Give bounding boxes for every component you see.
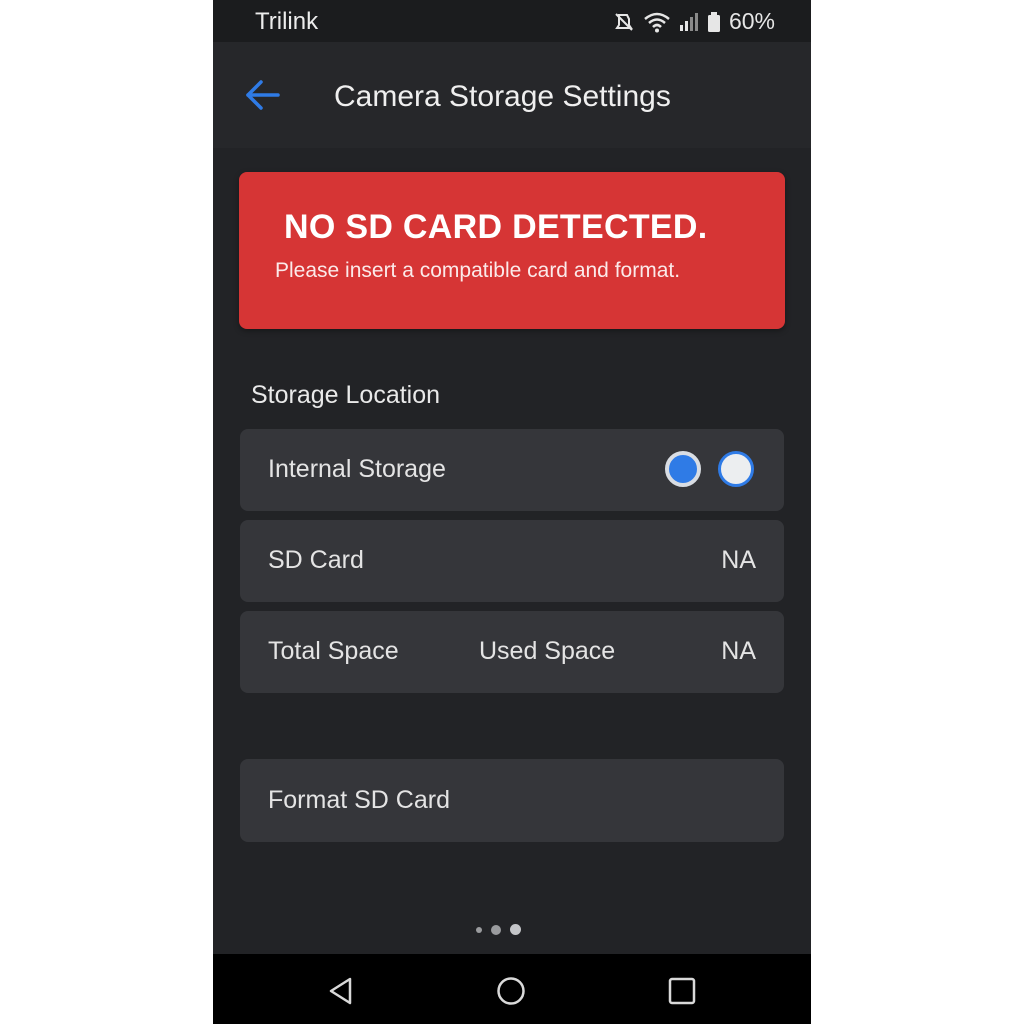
sd-card-row[interactable]: SD Card NA <box>240 520 784 602</box>
radio-button-selected[interactable] <box>665 451 701 487</box>
page-indicator <box>476 924 521 935</box>
page-dot <box>476 926 482 933</box>
alert-title: NO SD CARD DETECTED. <box>284 208 708 246</box>
signal-icon <box>679 11 699 33</box>
internal-storage-label: Internal Storage <box>268 455 446 483</box>
page-dot-active <box>510 924 521 935</box>
back-arrow-icon[interactable] <box>243 77 283 113</box>
phone-screen: Trilink 60% Camera Storage Settings NO S… <box>213 0 811 1024</box>
app-bar: Camera Storage Settings <box>213 42 811 148</box>
no-sd-card-alert: NO SD CARD DETECTED. Please insert a com… <box>239 172 785 329</box>
total-space-label: Total Space <box>268 637 399 665</box>
home-circle-icon[interactable] <box>496 976 526 1006</box>
wifi-icon <box>643 11 671 33</box>
mute-icon <box>613 11 635 33</box>
internal-storage-row[interactable]: Internal Storage <box>240 429 784 511</box>
status-icons: 60% <box>613 8 775 35</box>
format-sd-card-label: Format SD Card <box>268 786 450 814</box>
battery-icon <box>707 11 721 33</box>
carrier-name: Trilink <box>255 8 319 35</box>
format-sd-card-button[interactable]: Format SD Card <box>240 759 784 842</box>
battery-level: 60% <box>728 8 775 34</box>
storage-location-heading: Storage Location <box>251 381 441 409</box>
alert-message: Please insert a compatible card and form… <box>275 259 681 282</box>
space-value: NA <box>721 637 756 665</box>
system-nav-bar <box>213 954 811 1024</box>
page-dot <box>491 924 501 935</box>
space-row: Total Space Used Space NA <box>240 611 784 693</box>
page-title: Camera Storage Settings <box>334 80 671 113</box>
sd-card-value: NA <box>721 546 756 574</box>
sd-card-label: SD Card <box>268 546 364 574</box>
used-space-label: Used Space <box>479 637 616 665</box>
recents-square-icon[interactable] <box>667 976 697 1006</box>
radio-button-unselected[interactable] <box>718 451 754 487</box>
status-bar: Trilink 60% <box>213 0 811 42</box>
back-triangle-icon[interactable] <box>326 976 356 1006</box>
